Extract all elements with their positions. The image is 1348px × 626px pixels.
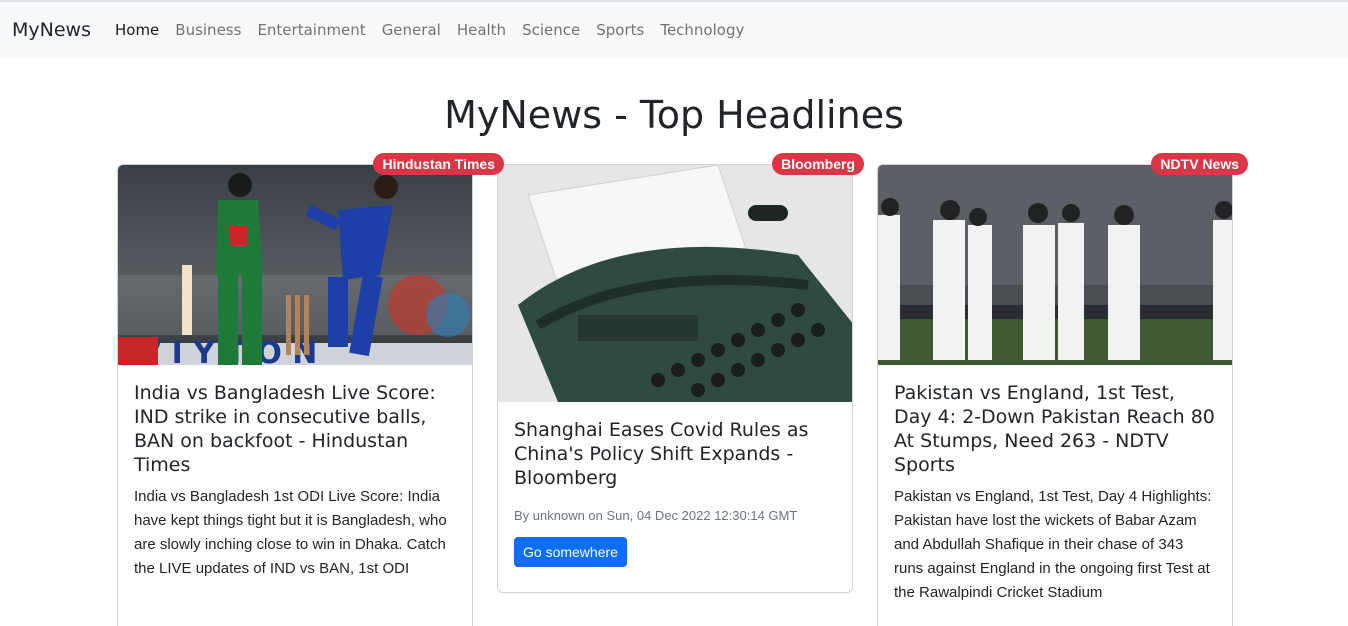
card-image: V I Y T O N [118, 165, 472, 365]
nav-links: Home Business Entertainment General Heal… [107, 21, 752, 39]
navbar-brand[interactable]: MyNews [12, 19, 91, 41]
page-title: MyNews - Top Headlines [444, 93, 904, 137]
nav-link-health[interactable]: Health [449, 21, 514, 39]
cricket-match-photo: V I Y T O N [118, 165, 472, 365]
news-card: Bloomberg News Shanghai Eases Covid Rule [497, 153, 864, 593]
card-title: Shanghai Eases Covid Rules as China's Po… [514, 419, 809, 489]
card-description: Pakistan vs England, 1st Test, Day 4 Hig… [894, 488, 1212, 601]
source-badge: NDTV News [1151, 153, 1248, 175]
navbar: MyNews Home Business Entertainment Gener… [0, 2, 1348, 58]
typewriter-news-photo: News [498, 165, 852, 402]
nav-link-general[interactable]: General [374, 21, 449, 39]
card-title: India vs Bangladesh Live Score: IND stri… [134, 382, 436, 476]
card-body: Pakistan vs England, 1st Test, Day 4: 2-… [878, 365, 1232, 621]
card-body: India vs Bangladesh Live Score: IND stri… [118, 365, 472, 597]
nav-link-sports[interactable]: Sports [588, 21, 652, 39]
card-body: Shanghai Eases Covid Rules as China's Po… [498, 402, 852, 583]
nav-link-science[interactable]: Science [514, 21, 588, 39]
nav-link-entertainment[interactable]: Entertainment [249, 21, 373, 39]
source-badge: Hindustan Times [373, 153, 504, 175]
card-description: India vs Bangladesh 1st ODI Live Score: … [134, 488, 447, 577]
card-image [878, 165, 1232, 365]
card-meta: By unknown on Sun, 04 Dec 2022 12:30:14 … [514, 508, 798, 523]
go-somewhere-button[interactable]: Go somewhere [514, 537, 627, 567]
nav-link-technology[interactable]: Technology [652, 21, 752, 39]
nav-link-home[interactable]: Home [107, 21, 167, 39]
card-title: Pakistan vs England, 1st Test, Day 4: 2-… [894, 382, 1215, 476]
card-image: News [498, 165, 852, 402]
news-card: NDTV News Pakistan vs England, 1st Test,… [877, 153, 1248, 626]
nav-link-business[interactable]: Business [167, 21, 249, 39]
news-card: Hindustan Times V I Y T O N [117, 153, 504, 626]
england-team-photo [878, 165, 1232, 365]
source-badge: Bloomberg [772, 153, 864, 175]
